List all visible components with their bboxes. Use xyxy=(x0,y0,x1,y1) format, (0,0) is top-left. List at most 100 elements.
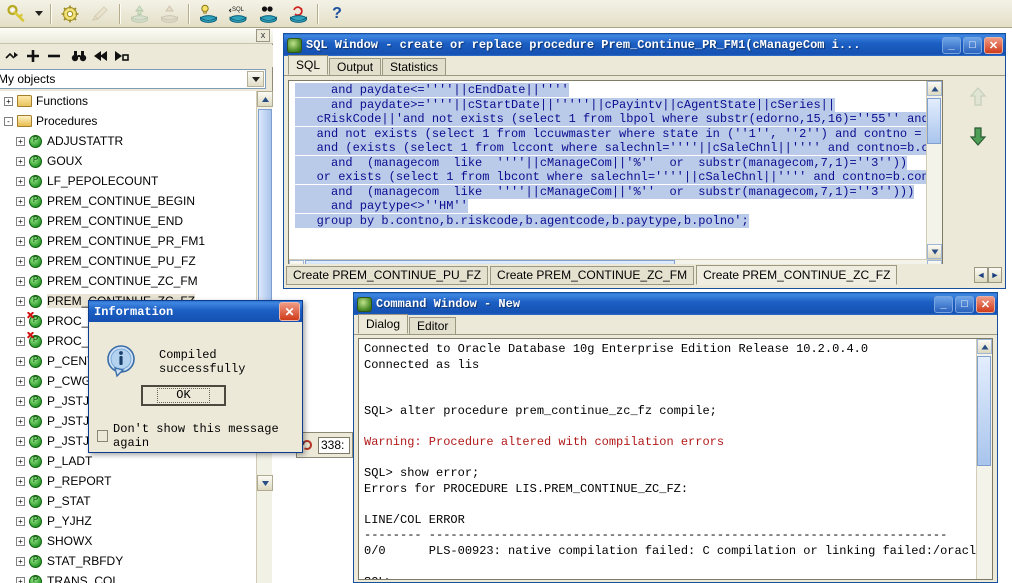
download-arrow-icon[interactable] xyxy=(968,125,988,150)
expand-icon[interactable]: + xyxy=(16,476,25,486)
expand-icon[interactable]: + xyxy=(16,356,25,366)
tab-output[interactable]: Output xyxy=(329,58,382,75)
sql-window-tabstrip[interactable]: SQL Output Statistics xyxy=(284,55,1005,76)
tab-editor[interactable]: Editor xyxy=(409,317,457,334)
tree-item[interactable]: + P_YJHZ xyxy=(0,511,273,531)
command-output[interactable]: Connected to Oracle Database 10g Enterpr… xyxy=(358,338,993,580)
tab-dialog[interactable]: Dialog xyxy=(358,314,409,334)
tree-item[interactable]: + STAT_RBFDY xyxy=(0,551,273,571)
refresh-icon[interactable] xyxy=(1,46,22,66)
expand-icon[interactable]: + xyxy=(16,496,25,506)
command-window-titlebar[interactable]: Command Window - New _ □ ✕ xyxy=(354,293,997,315)
expand-icon[interactable]: + xyxy=(16,516,25,526)
command-window-tabstrip[interactable]: Dialog Editor xyxy=(354,314,997,335)
tab-scroll-left-button[interactable]: ◄ xyxy=(974,267,988,283)
expand-icon[interactable]: + xyxy=(16,216,25,226)
db-refresh-icon[interactable] xyxy=(284,1,312,27)
expand-icon[interactable]: + xyxy=(16,336,25,346)
expand-icon[interactable]: + xyxy=(4,96,13,106)
checkbox-box[interactable] xyxy=(97,430,109,442)
expand-icon[interactable]: + xyxy=(16,556,25,566)
tree-item[interactable]: + Functions xyxy=(0,91,273,111)
result-tab[interactable]: Create PREM_CONTINUE_PU_FZ xyxy=(286,265,489,285)
expand-icon[interactable]: + xyxy=(16,396,25,406)
expand-icon[interactable]: + xyxy=(16,576,25,583)
expand-icon[interactable]: + xyxy=(16,196,25,206)
expand-icon[interactable]: + xyxy=(16,376,25,386)
upload-arrow-icon[interactable] xyxy=(968,86,988,111)
expand-icon[interactable]: + xyxy=(16,236,25,246)
sql-editor[interactable]: and paydate<=''''||cEndDate||'''' and pa… xyxy=(288,80,943,276)
tree-item[interactable]: + P_LADT xyxy=(0,451,273,471)
scroll-up-button[interactable] xyxy=(257,91,273,107)
tree-item[interactable]: + PREM_CONTINUE_ZC_FM xyxy=(0,271,273,291)
tree-item[interactable]: - Procedures xyxy=(0,111,273,131)
dont-show-again-checkbox[interactable]: Don't show this message again xyxy=(97,422,302,450)
tree-item[interactable]: + P_STAT xyxy=(0,491,273,511)
expand-icon[interactable]: + xyxy=(16,416,25,426)
editor-vertical-scrollbar[interactable] xyxy=(926,81,942,259)
tree-item[interactable]: + PREM_CONTINUE_PU_FZ xyxy=(0,251,273,271)
expand-icon[interactable]: + xyxy=(16,276,25,286)
command-scroll-up-button[interactable] xyxy=(977,339,992,354)
result-tab[interactable]: Create PREM_CONTINUE_ZC_FZ xyxy=(696,265,898,285)
editor-vscroll-thumb[interactable] xyxy=(927,98,941,144)
browser-close-icon[interactable]: x xyxy=(256,29,270,42)
tree-item[interactable]: + TRANS_COL xyxy=(0,571,273,583)
tree-item[interactable]: + PREM_CONTINUE_PR_FM1 xyxy=(0,231,273,251)
db-sql-icon[interactable]: SQL xyxy=(224,1,252,27)
editor-scroll-up-button[interactable] xyxy=(927,81,942,96)
back-arrow-icon[interactable] xyxy=(89,46,110,66)
forward-arrow-icon[interactable] xyxy=(110,46,131,66)
object-filter-select[interactable]: My objects xyxy=(0,69,266,89)
chevron-down-icon[interactable] xyxy=(247,71,264,87)
sql-result-tabstrip[interactable]: Create PREM_CONTINUE_PU_FZ Create PREM_CO… xyxy=(286,264,1002,286)
tree-item[interactable]: + ADJUSTATTR xyxy=(0,131,273,151)
close-button[interactable]: ✕ xyxy=(976,295,995,313)
help-icon[interactable]: ? xyxy=(323,1,351,27)
command-vscroll-thumb[interactable] xyxy=(977,356,991,466)
collapse-icon[interactable]: - xyxy=(4,116,13,126)
collapse-minus-icon[interactable] xyxy=(43,46,64,66)
expand-icon[interactable]: + xyxy=(16,136,25,146)
maximize-button[interactable]: □ xyxy=(955,295,974,313)
tree-item[interactable]: + PREM_CONTINUE_END xyxy=(0,211,273,231)
expand-plus-icon[interactable] xyxy=(22,46,43,66)
db-idea-icon[interactable] xyxy=(194,1,222,27)
login-key-icon[interactable] xyxy=(3,1,31,27)
editor-scroll-down-button[interactable] xyxy=(927,244,942,259)
tree-item-label: P_LADT xyxy=(47,454,93,468)
db-test-icon[interactable] xyxy=(254,1,282,27)
result-tab[interactable]: Create PREM_CONTINUE_ZC_FM xyxy=(490,265,695,285)
expand-icon[interactable]: + xyxy=(16,176,25,186)
maximize-button[interactable]: □ xyxy=(963,36,982,54)
find-binoculars-icon[interactable] xyxy=(68,46,89,66)
tab-scroll-right-button[interactable]: ► xyxy=(988,267,1002,283)
tree-item[interactable]: + GOUX xyxy=(0,151,273,171)
tree-item[interactable]: + SHOWX xyxy=(0,531,273,551)
ok-button[interactable]: OK xyxy=(141,385,226,406)
login-dropdown-arrow-icon[interactable] xyxy=(32,2,46,26)
minimize-button[interactable]: _ xyxy=(934,295,953,313)
sql-window-titlebar[interactable]: SQL Window - create or replace procedure… xyxy=(284,34,1005,56)
expand-icon[interactable]: + xyxy=(16,436,25,446)
close-button[interactable]: ✕ xyxy=(984,36,1003,54)
command-vertical-scrollbar[interactable] xyxy=(976,339,992,579)
tree-item[interactable]: + LF_PEPOLECOUNT xyxy=(0,171,273,191)
settings-gear-icon[interactable] xyxy=(56,1,84,27)
expand-icon[interactable]: + xyxy=(16,456,25,466)
sql-side-toolbar xyxy=(955,82,1001,272)
expand-icon[interactable]: + xyxy=(16,296,25,306)
expand-icon[interactable]: + xyxy=(16,156,25,166)
tree-item[interactable]: + P_REPORT xyxy=(0,471,273,491)
minimize-button[interactable]: _ xyxy=(942,36,961,54)
expand-icon[interactable]: + xyxy=(16,316,25,326)
expand-icon[interactable]: + xyxy=(16,256,25,266)
tree-item[interactable]: + PREM_CONTINUE_BEGIN xyxy=(0,191,273,211)
scroll-down-button[interactable] xyxy=(257,475,273,491)
tab-statistics[interactable]: Statistics xyxy=(382,58,447,75)
tab-sql[interactable]: SQL xyxy=(288,55,329,75)
dialog-close-button[interactable]: ✕ xyxy=(279,302,300,321)
expand-icon[interactable]: + xyxy=(16,536,25,546)
dialog-titlebar[interactable]: Information ✕ xyxy=(89,301,302,322)
